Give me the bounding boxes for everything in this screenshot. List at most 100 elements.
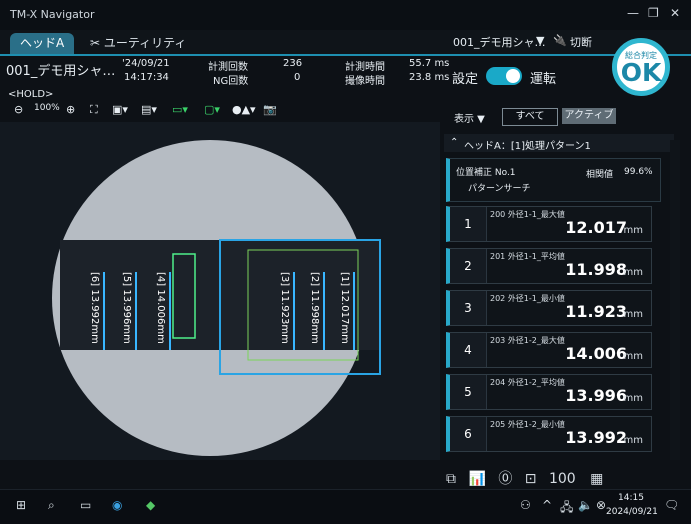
overlay-icon[interactable]: ▭▾ [172,103,188,117]
zoom-level: 100% [34,103,60,113]
start-icon[interactable]: ⊞ [16,498,26,512]
dimension-label: [6] 13.992mm [89,272,100,344]
measurement-card-4[interactable]: 4 203 外径1-2_最大値 14.006 mm [446,332,652,368]
image-list-icon[interactable]: ⧉ [446,471,456,487]
measurement-value: 14.006 [565,344,627,363]
tools-icon: ✂ [90,36,104,50]
measurement-value: 12.017 [565,218,627,237]
measurement-name: 200 外径1-1_最大値 [490,210,565,219]
display-menu[interactable]: 表示 ▼ [454,110,485,125]
filter-active-button[interactable]: アクティブ [562,108,616,124]
edge-icon[interactable]: ◉ [112,498,122,512]
disconnect-label[interactable]: 切断 [570,34,592,50]
inspection-image: [6] 13.992mm [5] 13.996mm [4] 14.006mm [3] … [52,140,381,456]
roi-icon[interactable]: ▢▾ [204,103,220,117]
power-icon[interactable]: ⊗ [596,498,606,512]
measure-count-label: 計測回数 [208,62,248,73]
search-icon[interactable]: ⌕ [48,498,55,513]
measurement-unit: mm [623,351,643,362]
position-correction-card[interactable]: 位置補正 No.1 パターンサーチ 相関値 99.6% [446,158,661,202]
people-icon[interactable]: ⚇ [520,498,531,512]
filter-all-button[interactable]: すべて [502,108,558,126]
task-view-icon[interactable]: ▭ [80,498,91,512]
result-panel: 表示 ▼ すべて アクティブ ⌃ ヘッドA：[1]処理パターン1 位置補正 No… [444,106,684,466]
calculator-icon[interactable]: ▦ [590,471,603,487]
measurement-unit: mm [623,267,643,278]
zoom-out-icon[interactable]: ⊖ [14,103,23,117]
fit-icon[interactable]: ⛶ [90,103,98,117]
measurement-name: 203 外径1-2_最大値 [490,336,565,345]
pos-title: 位置補正 No.1 [456,168,516,178]
overall-value: OK [620,58,662,87]
measurement-card-2[interactable]: 2 201 外径1-1_平均値 11.998 mm [446,248,652,284]
tab-utility[interactable]: ✂ ユーティリティ [80,33,196,54]
measurement-index: 1 [450,207,487,241]
shape-icon[interactable]: ●▲▾ [232,103,256,117]
display-mode-icon[interactable]: ▤▾ [141,103,157,117]
tab-head-a[interactable]: ヘッドA [10,33,75,54]
measurement-index: 6 [450,417,487,451]
restore-icon[interactable]: ❐ [648,6,659,20]
measurement-value: 11.998 [565,260,627,279]
zero-icon[interactable]: ⓪ [498,471,512,487]
network-icon[interactable]: 🖧 [560,498,573,519]
counter-icon[interactable]: 100 [549,471,576,487]
app-title: TM-X Navigator [10,8,95,21]
ng-count: 0 [294,72,301,83]
time: 14:17:34 [124,72,169,83]
dimension-label: [4] 14.006mm [155,272,166,344]
camera-icon[interactable]: 📷 [263,103,277,117]
measurement-unit: mm [623,393,643,404]
chevron-up-icon: ⌃ [450,137,459,148]
measurement-index: 3 [450,291,487,325]
volume-icon[interactable]: 🔈 [578,498,593,512]
capture-time: 23.8 ms [409,72,450,83]
section-title: ヘッドA：[1]処理パターン1 [464,141,591,152]
run-mode-toggle[interactable] [486,67,522,85]
taskbar: ⊞ ⌕ ▭ ◉ ◆ ⚇ ^ 🖧 🔈 ⊗ 14:15 2024/09/21 🗨 [0,489,691,524]
measurement-index: 2 [450,249,487,283]
program-name: 001_デモ用シャ… [6,64,116,79]
measurement-name: 201 外径1-1_平均値 [490,252,565,261]
measurement-name: 205 外径1-2_最小値 [490,420,565,429]
clock-time: 14:15 [618,493,644,503]
measurement-unit: mm [623,435,643,446]
ng-count-label: NG回数 [213,76,249,87]
measurement-name: 202 外径1-1_最小値 [490,294,565,303]
image-save-icon[interactable]: ⊡ [525,471,537,487]
measure-time-label: 計測時間 [345,62,385,73]
measurement-unit: mm [623,225,643,236]
section-header[interactable]: ⌃ ヘッドA：[1]処理パターン1 [444,134,674,152]
measurement-unit: mm [623,309,643,320]
app-icon[interactable]: ◆ [146,498,155,512]
dimension-label: [1] 12.017mm [339,272,350,344]
measurement-card-1[interactable]: 1 200 外径1-1_最大値 12.017 mm [446,206,652,242]
corr-label: 相関値 [586,170,614,180]
status-bar: 001_デモ用シャ… '24/09/21 14:17:34 計測回数 236 N… [0,56,691,87]
measurement-value: 13.992 [565,428,627,447]
chevron-up-icon[interactable]: ^ [542,498,552,512]
measure-time: 55.7 ms [409,58,450,69]
image-viewer[interactable]: [6] 13.992mm [5] 13.996mm [4] 14.006mm [3] … [0,122,440,460]
clock-date: 2024/09/21 [606,507,658,517]
display-label: 表示 [454,114,474,125]
corr-value: 99.6% [624,167,653,177]
toggle-knob [506,69,520,83]
image-select-icon[interactable]: ▣▾ [112,103,128,117]
program-select[interactable]: 001_デモ用シャ… [453,34,546,50]
zoom-in-icon[interactable]: ⊕ [66,103,75,117]
measurement-name: 204 外径1-2_平均値 [490,378,565,387]
dropdown-icon[interactable]: ▼ [536,34,544,47]
measurement-index: 4 [450,333,487,367]
measurement-card-3[interactable]: 3 202 外径1-1_最小値 11.923 mm [446,290,652,326]
date: '24/09/21 [122,58,170,69]
close-icon[interactable]: ✕ [670,6,680,20]
panel-scrollbar[interactable] [670,140,680,460]
measurement-card-6[interactable]: 6 205 外径1-2_最小値 13.992 mm [446,416,652,452]
notification-icon[interactable]: 🗨 [664,498,679,512]
measurement-card-5[interactable]: 5 204 外径1-2_平均値 13.996 mm [446,374,652,410]
disconnect-icon[interactable]: 🔌 [553,34,567,47]
hold-indicator: <HOLD> [8,89,54,100]
statistics-icon[interactable]: 📊 [468,471,485,487]
minimize-icon[interactable]: — [627,6,639,20]
